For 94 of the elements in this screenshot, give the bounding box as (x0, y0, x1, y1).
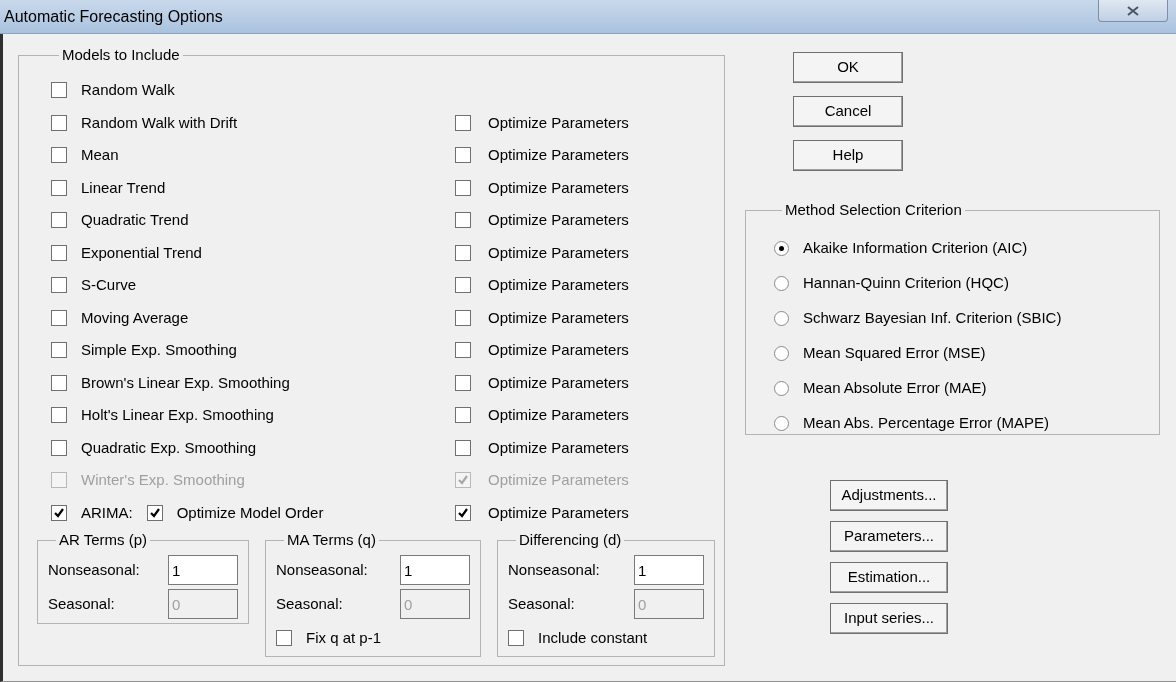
checkbox[interactable] (51, 147, 67, 164)
radio-button[interactable] (774, 416, 789, 431)
radio-button[interactable] (774, 346, 789, 361)
checkbox[interactable] (455, 374, 471, 391)
checkbox[interactable] (276, 630, 292, 646)
action-button[interactable]: Estimation... (830, 562, 948, 593)
checkbox-label: Optimize Parameters (488, 405, 629, 425)
checkbox-label: Quadratic Exp. Smoothing (81, 437, 257, 458)
checkbox-label: Quadratic Trend (81, 210, 189, 230)
checkbox[interactable] (51, 374, 67, 391)
checkbox-label: Optimize Parameters (488, 372, 629, 393)
checkbox[interactable] (51, 244, 67, 261)
checkbox-label: Exponential Trend (81, 242, 202, 263)
checkbox[interactable] (455, 504, 471, 521)
field-label: Seasonal: (48, 593, 115, 614)
group-title: AR Terms (p) (58, 531, 149, 549)
checkbox-label: Simple Exp. Smoothing (81, 340, 237, 360)
checkbox[interactable] (455, 407, 471, 424)
checkbox-label: Optimize Parameters (488, 242, 629, 263)
checkbox[interactable] (146, 504, 163, 521)
checkbox[interactable] (455, 342, 471, 359)
checkbox[interactable] (51, 114, 67, 131)
group-title: Method Selection Criterion (784, 201, 963, 219)
checkbox[interactable] (455, 439, 471, 456)
dialog-button[interactable]: OK (793, 52, 903, 83)
field-label: Nonseasonal: (508, 559, 600, 580)
dialog-button[interactable]: Cancel (793, 96, 903, 127)
checkbox-label: Random Walk with Drift (81, 112, 238, 133)
checkbox-label: Optimize Parameters (488, 145, 629, 165)
checkbox-label: Optimize Parameters (488, 112, 629, 133)
checkbox[interactable] (51, 407, 67, 424)
checkbox-label: Mean (81, 145, 119, 165)
checkbox-label: Optimize Parameters (488, 275, 629, 295)
checkbox-label: Include constant (538, 627, 648, 648)
checkbox-label: Linear Trend (81, 177, 166, 198)
checkbox[interactable] (508, 630, 524, 646)
checkbox-label: Optimize Model Order (176, 502, 324, 523)
checkbox-label: Optimize Parameters (488, 177, 629, 198)
radio-label: Hannan-Quinn Criterion (HQC) (803, 273, 1009, 294)
action-button[interactable]: Parameters... (830, 521, 948, 552)
group-title: MA Terms (q) (286, 531, 377, 549)
radio-label: Mean Abs. Percentage Error (MAPE) (803, 413, 1049, 434)
checkbox[interactable] (455, 309, 471, 326)
radio-label: Schwarz Bayesian Inf. Criterion (SBIC) (803, 308, 1062, 329)
checkbox[interactable] (455, 277, 471, 294)
close-button[interactable] (1098, 0, 1168, 22)
checkbox-label: S-Curve (81, 275, 136, 295)
checkbox-label: Optimize Parameters (488, 340, 629, 360)
checkbox[interactable] (455, 244, 471, 261)
checkbox[interactable] (51, 179, 67, 196)
field-label: Nonseasonal: (48, 559, 140, 580)
input-field[interactable]: 1 (634, 555, 704, 585)
checkbox-label: Winter's Exp. Smoothing (81, 470, 245, 490)
checkbox-label: Optimize Parameters (488, 502, 629, 523)
checkbox[interactable] (455, 212, 471, 229)
checkbox-label: Holt's Linear Exp. Smoothing (81, 405, 274, 425)
checkbox[interactable] (51, 504, 67, 521)
input-field[interactable]: 1 (400, 555, 470, 585)
field-label: Seasonal: (276, 593, 343, 614)
action-button[interactable]: Input series... (830, 603, 948, 634)
radio-button[interactable] (774, 241, 789, 256)
checkbox-label: Optimize Parameters (488, 470, 629, 490)
checkbox[interactable] (51, 309, 67, 326)
checkbox[interactable] (51, 342, 67, 359)
checkbox[interactable] (455, 147, 471, 164)
dialog-button[interactable]: Help (793, 140, 903, 171)
checkbox-label: Brown's Linear Exp. Smoothing (81, 372, 290, 393)
field-label: Nonseasonal: (276, 559, 368, 580)
checkbox-label: ARIMA: (81, 502, 133, 523)
checkbox-label: Optimize Parameters (488, 307, 629, 328)
checkbox[interactable] (51, 82, 67, 99)
radio-label: Mean Squared Error (MSE) (803, 343, 986, 364)
field-label: Seasonal: (508, 593, 575, 614)
checkbox[interactable] (455, 179, 471, 196)
radio-button[interactable] (774, 311, 789, 326)
checkbox-label: Optimize Parameters (488, 437, 629, 458)
checkbox-label: Random Walk (81, 80, 175, 100)
radio-label: Akaike Information Criterion (AIC) (803, 238, 1028, 259)
checkbox-label: Moving Average (81, 307, 189, 328)
checkbox[interactable] (51, 212, 67, 229)
close-icon (1127, 5, 1139, 16)
window-title: Automatic Forecasting Options (4, 8, 223, 26)
action-button[interactable]: Adjustments... (830, 480, 948, 511)
input-field[interactable]: 1 (168, 555, 238, 585)
checkbox[interactable] (51, 277, 67, 294)
group-title: Models to Include (61, 46, 181, 64)
checkbox-label: Optimize Parameters (488, 210, 629, 230)
group-title: Differencing (d) (518, 531, 623, 549)
checkbox-label: Fix q at p-1 (306, 627, 382, 648)
radio-button[interactable] (774, 381, 789, 396)
checkbox[interactable] (455, 114, 471, 131)
radio-label: Mean Absolute Error (MAE) (803, 378, 987, 399)
checkbox[interactable] (51, 439, 67, 456)
radio-button[interactable] (774, 276, 789, 291)
